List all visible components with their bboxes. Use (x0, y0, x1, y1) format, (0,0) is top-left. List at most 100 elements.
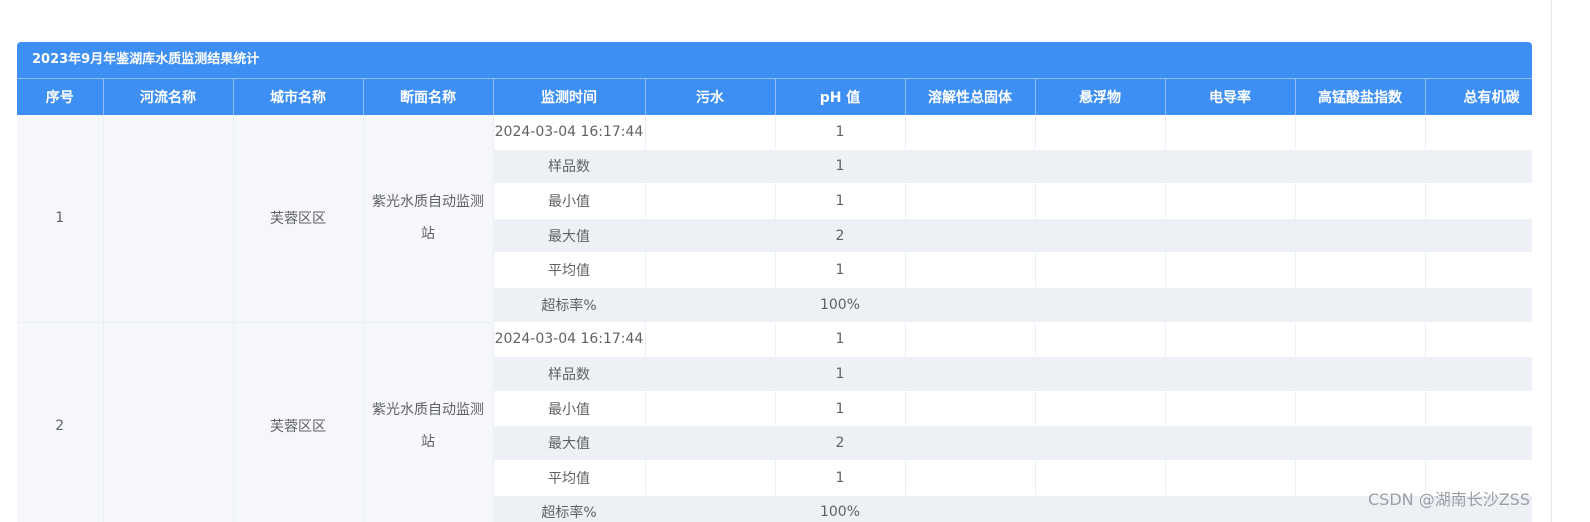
column-header-ph[interactable]: pH 值 (775, 78, 906, 115)
ph-cell: 1 (775, 460, 906, 496)
toc-cell (1425, 425, 1532, 461)
suspended-solids-cell (1035, 287, 1166, 323)
permanganate-index-cell (1295, 356, 1426, 392)
ph-cell: 1 (775, 114, 906, 150)
statistics-panel: 2023年9月年鉴湖库水质监测结果统计 序号 河流名称 城市名称 断面名称 监测… (17, 42, 1532, 522)
tds-cell (905, 218, 1036, 254)
column-header-city[interactable]: 城市名称 (233, 78, 364, 115)
conductivity-cell (1165, 495, 1296, 522)
tds-cell (905, 183, 1036, 219)
tds-cell (905, 149, 1036, 185)
ph-cell: 100% (775, 495, 906, 522)
conductivity-cell (1165, 425, 1296, 461)
ph-cell: 100% (775, 287, 906, 323)
column-header-conductivity[interactable]: 电导率 (1165, 78, 1296, 115)
suspended-solids-cell (1035, 218, 1166, 254)
toc-cell (1425, 252, 1532, 288)
table-body: 1 芙蓉区区 紫光水质自动监测站 2024-03-04 16:17:44 1 样品数 1 最小… (17, 114, 1532, 522)
time-or-stat-cell: 超标率% (493, 495, 646, 522)
tds-cell (905, 425, 1036, 461)
time-or-stat-cell: 超标率% (493, 287, 646, 323)
sewage-cell (645, 183, 776, 219)
conductivity-cell (1165, 356, 1296, 392)
time-or-stat-cell: 最大值 (493, 425, 646, 461)
sewage-cell (645, 356, 776, 392)
conductivity-cell (1165, 114, 1296, 150)
permanganate-index-cell (1295, 425, 1426, 461)
ph-cell: 1 (775, 149, 906, 185)
time-or-stat-cell: 平均值 (493, 252, 646, 288)
sewage-cell (645, 149, 776, 185)
watermark: CSDN @湖南长沙ZSS (1368, 490, 1530, 509)
tds-cell (905, 114, 1036, 150)
permanganate-index-cell (1295, 149, 1426, 185)
permanganate-index-cell (1295, 322, 1426, 358)
suspended-solids-cell (1035, 460, 1166, 496)
time-or-stat-cell: 最小值 (493, 391, 646, 427)
conductivity-cell (1165, 218, 1296, 254)
ph-cell: 1 (775, 322, 906, 358)
permanganate-index-cell (1295, 287, 1426, 323)
index-cell: 2 (17, 322, 104, 522)
ph-cell: 1 (775, 252, 906, 288)
sewage-cell (645, 495, 776, 522)
column-header-river[interactable]: 河流名称 (103, 78, 234, 115)
tds-cell (905, 252, 1036, 288)
conductivity-cell (1165, 460, 1296, 496)
column-header-index[interactable]: 序号 (17, 78, 104, 115)
toc-cell (1425, 114, 1532, 150)
conductivity-cell (1165, 149, 1296, 185)
time-or-stat-cell: 2024-03-04 16:17:44 (493, 114, 646, 150)
index-cell: 1 (17, 114, 104, 323)
conductivity-cell (1165, 252, 1296, 288)
permanganate-index-cell (1295, 252, 1426, 288)
city-cell: 芙蓉区区 (233, 114, 364, 323)
tds-cell (905, 460, 1036, 496)
time-or-stat-cell: 最大值 (493, 218, 646, 254)
river-cell (103, 322, 234, 522)
time-or-stat-cell: 样品数 (493, 149, 646, 185)
time-or-stat-cell: 2024-03-04 16:17:44 (493, 322, 646, 358)
suspended-solids-cell (1035, 322, 1166, 358)
column-header-tds[interactable]: 溶解性总固体 (905, 78, 1036, 115)
column-header-toc[interactable]: 总有机碳 (1425, 78, 1532, 115)
station-cell: 紫光水质自动监测站 (363, 322, 494, 522)
column-header-time[interactable]: 监测时间 (493, 78, 646, 115)
sewage-cell (645, 114, 776, 150)
suspended-solids-cell (1035, 149, 1166, 185)
suspended-solids-cell (1035, 252, 1166, 288)
toc-cell (1425, 356, 1532, 392)
toc-cell (1425, 287, 1532, 323)
column-header-permanganate-index[interactable]: 高锰酸盐指数 (1295, 78, 1426, 115)
station-cell: 紫光水质自动监测站 (363, 114, 494, 323)
toc-cell (1425, 218, 1532, 254)
permanganate-index-cell (1295, 183, 1426, 219)
column-header-station[interactable]: 断面名称 (363, 78, 494, 115)
sewage-cell (645, 287, 776, 323)
tds-cell (905, 322, 1036, 358)
permanganate-index-cell (1295, 114, 1426, 150)
tds-cell (905, 287, 1036, 323)
suspended-solids-cell (1035, 114, 1166, 150)
ph-cell: 1 (775, 356, 906, 392)
sewage-cell (645, 322, 776, 358)
column-header-sewage[interactable]: 污水 (645, 78, 776, 115)
conductivity-cell (1165, 322, 1296, 358)
sewage-cell (645, 252, 776, 288)
table-row: 2 芙蓉区区 紫光水质自动监测站 2024-03-04 16:17:44 1 (17, 322, 1532, 522)
column-header-suspended-solids[interactable]: 悬浮物 (1035, 78, 1166, 115)
ph-cell: 1 (775, 183, 906, 219)
toc-cell (1425, 183, 1532, 219)
sewage-cell (645, 460, 776, 496)
vertical-scrollbar[interactable] (1551, 0, 1567, 522)
ph-cell: 1 (775, 391, 906, 427)
toc-cell (1425, 322, 1532, 358)
time-or-stat-cell: 样品数 (493, 356, 646, 392)
sewage-cell (645, 391, 776, 427)
toc-cell (1425, 391, 1532, 427)
sewage-cell (645, 218, 776, 254)
table-row: 1 芙蓉区区 紫光水质自动监测站 2024-03-04 16:17:44 1 (17, 114, 1532, 323)
tds-cell (905, 356, 1036, 392)
permanganate-index-cell (1295, 218, 1426, 254)
suspended-solids-cell (1035, 495, 1166, 522)
